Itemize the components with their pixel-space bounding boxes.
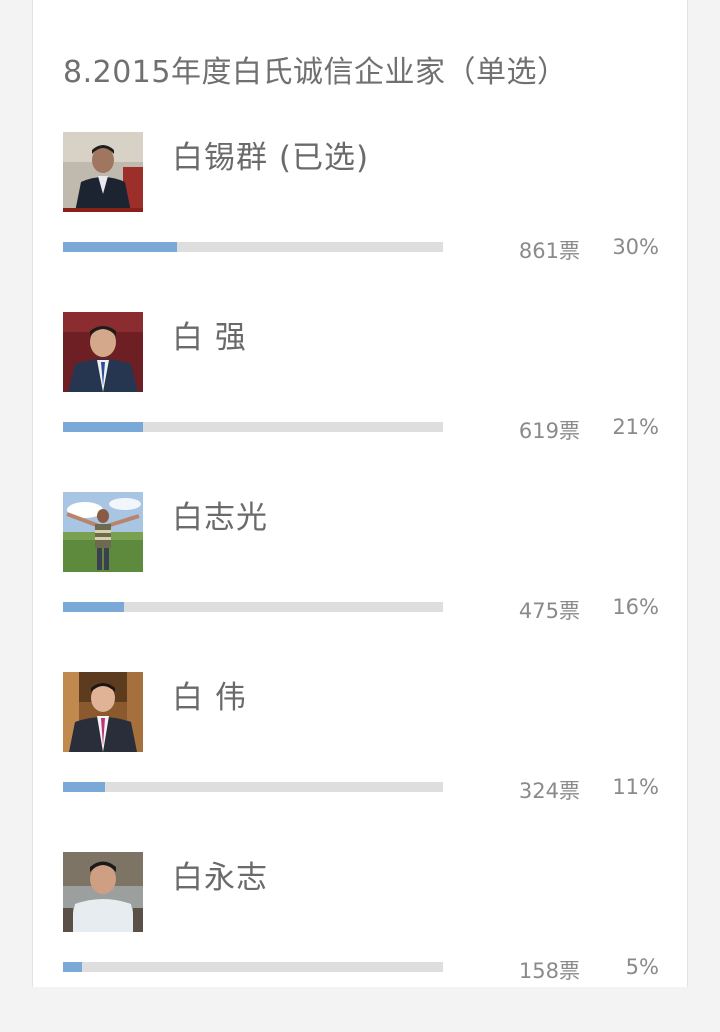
vote-percent: 21% — [612, 415, 659, 439]
vote-count: 475票 — [518, 599, 580, 623]
candidate-name: 白 伟 — [172, 680, 247, 716]
candidate-name: 白永志 — [172, 860, 268, 896]
vote-count: 158票 — [518, 959, 580, 983]
poll-option[interactable]: 白志光 475票 16% — [33, 492, 689, 672]
candidate-name: 白志光 — [172, 500, 268, 536]
vote-percent: 16% — [612, 595, 659, 619]
vote-progress-bar — [63, 602, 443, 612]
vote-percent: 11% — [612, 775, 659, 799]
poll-card: 8.2015年度白氏诚信企业家（单选） 白锡群 (已选) 861票 30% 白 … — [32, 0, 688, 987]
candidate-name: 白锡群 (已选) — [172, 140, 370, 176]
poll-option[interactable]: 白永志 158票 5% — [33, 852, 689, 1032]
vote-progress-fill — [63, 782, 105, 792]
poll-option[interactable]: 白 伟 324票 11% — [33, 672, 689, 852]
poll-option[interactable]: 白 强 619票 21% — [33, 312, 689, 492]
candidate-photo — [63, 312, 143, 392]
vote-count: 619票 — [518, 419, 580, 443]
poll-title: 8.2015年度白氏诚信企业家（单选） — [63, 55, 568, 90]
candidate-photo — [63, 492, 143, 572]
vote-progress-bar — [63, 422, 443, 432]
vote-count: 861票 — [518, 239, 580, 263]
vote-progress-fill — [63, 602, 124, 612]
candidate-photo — [63, 132, 143, 212]
vote-progress-bar — [63, 962, 443, 972]
candidate-photo — [63, 852, 143, 932]
candidate-name: 白 强 — [172, 320, 247, 356]
vote-progress-fill — [63, 422, 143, 432]
vote-percent: 30% — [612, 235, 659, 259]
vote-progress-bar — [63, 782, 443, 792]
vote-progress-bar — [63, 242, 443, 252]
vote-count: 324票 — [518, 779, 580, 803]
poll-option[interactable]: 白锡群 (已选) 861票 30% — [33, 132, 689, 312]
vote-progress-fill — [63, 242, 177, 252]
candidate-photo — [63, 672, 143, 752]
vote-progress-fill — [63, 962, 82, 972]
vote-percent: 5% — [625, 955, 659, 979]
